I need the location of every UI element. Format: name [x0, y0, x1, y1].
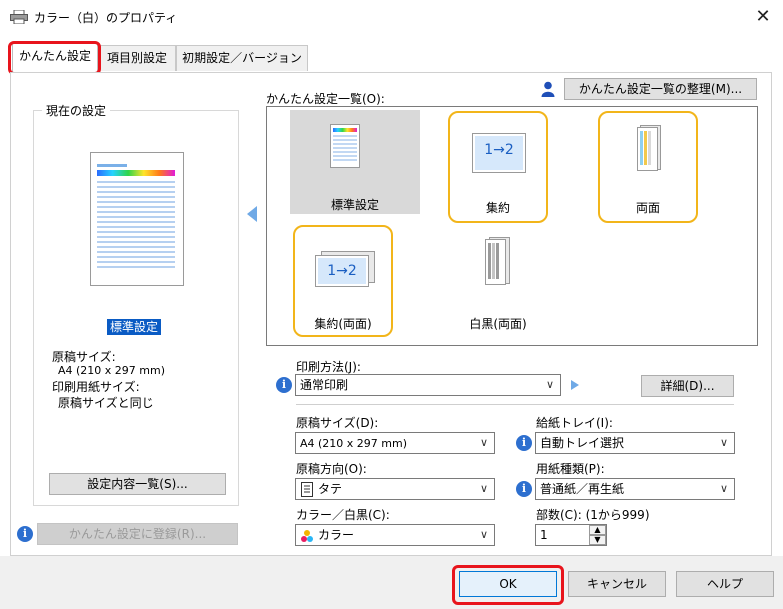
- preset-tile-label: 白黒(両面): [469, 317, 527, 331]
- copies-label: 部数(C): (1から999): [536, 508, 650, 522]
- paper-tray-value: 自動トレイ選択: [540, 436, 625, 450]
- close-icon[interactable]: ✕: [750, 4, 776, 30]
- help-button[interactable]: ヘルプ: [676, 571, 774, 597]
- copies-value: 1: [540, 528, 548, 542]
- chevron-down-icon: ∨: [479, 436, 488, 449]
- chevron-down-icon: ∨: [545, 378, 554, 391]
- original-size-summary-value: A4 (210 x 297 mm): [58, 364, 166, 377]
- preset-tile-label: 集約: [485, 201, 510, 215]
- paper-type-value: 普通紙／再生紙: [540, 482, 625, 496]
- current-settings-legend: 現在の設定: [42, 102, 111, 119]
- play-arrow-icon: [571, 380, 579, 390]
- preset-tile-mono-duplex[interactable]: 白黒(両面): [448, 225, 548, 337]
- portrait-page-icon: [301, 482, 313, 497]
- paper-tray-select[interactable]: 自動トレイ選択 ∨: [535, 432, 735, 454]
- chevron-down-icon: ∨: [479, 528, 488, 541]
- ok-highlight-frame: [452, 565, 564, 605]
- print-method-select[interactable]: 通常印刷 ∨: [295, 374, 561, 396]
- chevron-down-icon: ∨: [719, 436, 728, 449]
- paper-size-summary-label: 印刷用紙サイズ:: [52, 380, 140, 394]
- original-size-label: 原稿サイズ(D):: [296, 416, 379, 430]
- original-size-select[interactable]: A4 (210 x 297 mm) ∨: [295, 432, 495, 454]
- printer-icon: [10, 10, 28, 24]
- color-mode-label: カラー／白黒(C):: [296, 508, 390, 522]
- preset-tile-label: 両面: [635, 201, 660, 215]
- tab-defaults-version[interactable]: 初期設定／バージョン: [176, 45, 308, 71]
- preset-tile-standard[interactable]: 標準設定: [290, 110, 420, 214]
- print-method-label: 印刷方法(J):: [296, 360, 361, 374]
- current-preset-name: 標準設定: [107, 319, 162, 335]
- color-mode-value: カラー: [318, 528, 355, 542]
- page-preview-icon: [90, 152, 184, 286]
- collapse-arrow-icon[interactable]: [246, 205, 258, 223]
- stepper-up-icon[interactable]: ▲: [589, 525, 606, 535]
- user-icon: [541, 81, 555, 97]
- info-icon: i: [516, 481, 532, 497]
- tab-highlight-frame: [8, 41, 101, 75]
- preset-tile-duplex[interactable]: 両面: [598, 111, 698, 223]
- stepper-down-icon[interactable]: ▼: [589, 535, 606, 545]
- duplex-icon: [637, 125, 661, 171]
- orientation-label: 原稿方向(O):: [296, 462, 367, 476]
- color-dots-icon: [301, 530, 313, 542]
- orientation-select[interactable]: タテ ∨: [295, 478, 495, 500]
- print-method-value: 通常印刷: [300, 378, 349, 392]
- mono-duplex-icon: [485, 237, 510, 285]
- paper-tray-label: 給紙トレイ(I):: [536, 416, 613, 430]
- divider: [296, 404, 734, 405]
- tab-detailed-settings[interactable]: 項目別設定: [98, 45, 176, 71]
- preset-tile-label: 集約(両面): [314, 317, 372, 331]
- color-mode-select[interactable]: カラー ∨: [295, 524, 495, 546]
- organize-presets-button[interactable]: かんたん設定一覧の整理(M)...: [564, 78, 757, 100]
- paper-type-select[interactable]: 普通紙／再生紙 ∨: [535, 478, 735, 500]
- original-size-value: A4 (210 x 297 mm): [300, 437, 408, 450]
- standard-page-icon: [330, 124, 360, 168]
- preset-tile-nup[interactable]: 1→2 集約: [448, 111, 548, 223]
- settings-summary-button[interactable]: 設定内容一覧(S)...: [49, 473, 226, 495]
- chevron-down-icon: ∨: [719, 482, 728, 495]
- info-icon: i: [17, 526, 33, 542]
- info-icon: i: [516, 435, 532, 451]
- orientation-value: タテ: [318, 482, 343, 496]
- register-preset-button[interactable]: かんたん設定に登録(R)...: [37, 523, 238, 545]
- preset-list-label: かんたん設定一覧(O):: [266, 92, 385, 106]
- cancel-button[interactable]: キャンセル: [568, 571, 666, 597]
- preset-tile-label: 標準設定: [330, 198, 379, 212]
- info-icon: i: [276, 377, 292, 393]
- original-size-summary-label: 原稿サイズ:: [52, 350, 116, 364]
- paper-type-label: 用紙種類(P):: [536, 462, 605, 476]
- preset-tile-nup-duplex[interactable]: 1→2 集約(両面): [293, 225, 393, 337]
- chevron-down-icon: ∨: [479, 482, 488, 495]
- details-button[interactable]: 詳細(D)...: [641, 375, 734, 397]
- paper-size-summary-value: 原稿サイズと同じ: [58, 396, 154, 410]
- window-title: カラー（白）のプロパティ: [34, 11, 178, 25]
- nup-icon-glyph: 1→2: [484, 142, 514, 158]
- nup-duplex-icon-glyph: 1→2: [327, 263, 357, 279]
